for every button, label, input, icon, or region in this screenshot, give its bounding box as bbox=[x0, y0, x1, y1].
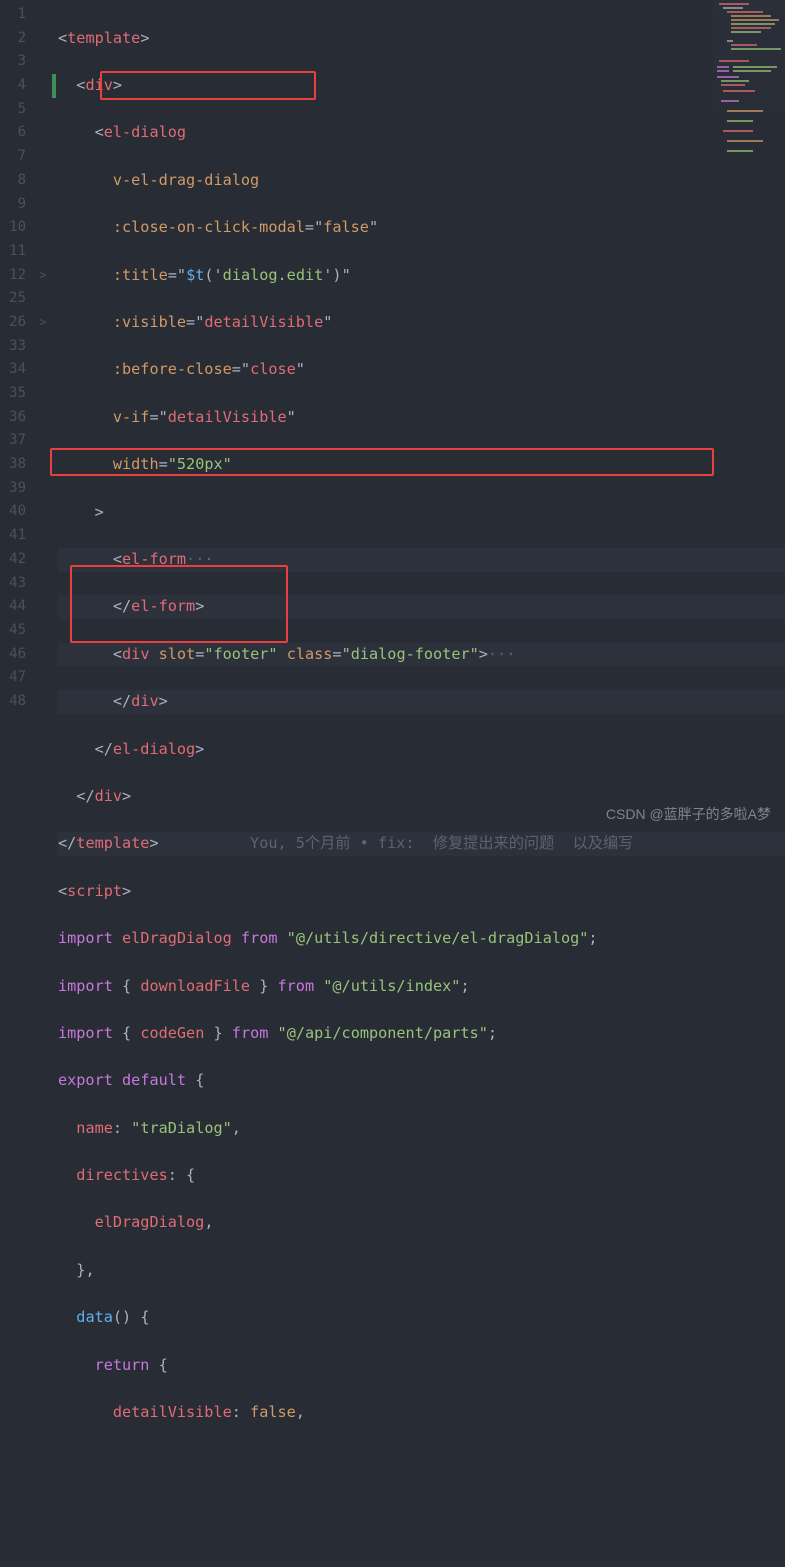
line-number: 46 bbox=[0, 643, 26, 667]
line-number: 48 bbox=[0, 690, 26, 714]
code-line: export default { bbox=[58, 1069, 785, 1093]
line-number: 12 bbox=[0, 264, 26, 288]
watermark: CSDN @蓝胖子的多啦A梦 bbox=[606, 804, 771, 824]
line-number: 10 bbox=[0, 216, 26, 240]
code-line: :title="$t('dialog.edit')" bbox=[58, 264, 785, 288]
code-line: width="520px" bbox=[58, 453, 785, 477]
line-number: 38 bbox=[0, 453, 26, 477]
fold-gutter: > > bbox=[34, 0, 52, 834]
line-number: 33 bbox=[0, 335, 26, 359]
code-line: return { bbox=[58, 1354, 785, 1378]
line-number: 40 bbox=[0, 500, 26, 524]
code-line: :before-close="close" bbox=[58, 358, 785, 382]
line-number: 6 bbox=[0, 121, 26, 145]
code-line: </div> bbox=[58, 690, 785, 714]
code-line: :visible="detailVisible" bbox=[58, 311, 785, 335]
line-number: 47 bbox=[0, 666, 26, 690]
code-line: data() { bbox=[58, 1306, 785, 1330]
line-number: 25 bbox=[0, 287, 26, 311]
line-number: 43 bbox=[0, 572, 26, 596]
minimap[interactable] bbox=[713, 0, 785, 170]
code-line: v-if="detailVisible" bbox=[58, 406, 785, 430]
line-number: 26 bbox=[0, 311, 26, 335]
code-line: </el-form> bbox=[58, 595, 785, 619]
code-line: <div slot="footer" class="dialog-footer"… bbox=[58, 643, 785, 667]
line-number: 9 bbox=[0, 193, 26, 217]
code-line: import { downloadFile } from "@/utils/in… bbox=[58, 975, 785, 999]
line-number: 42 bbox=[0, 548, 26, 572]
line-number: 8 bbox=[0, 169, 26, 193]
line-number: 11 bbox=[0, 240, 26, 264]
git-blame-annotation: You, 5个月前 • fix: 修复提出来的问题 以及编写 bbox=[250, 834, 633, 852]
line-number: 37 bbox=[0, 429, 26, 453]
code-line: import elDragDialog from "@/utils/direct… bbox=[58, 927, 785, 951]
code-line: <el-form··· bbox=[58, 548, 785, 572]
code-line: <template> bbox=[58, 27, 785, 51]
line-number: 35 bbox=[0, 382, 26, 406]
code-line: </template> You, 5个月前 • fix: 修复提出来的问题 以及… bbox=[58, 832, 785, 856]
line-number: 39 bbox=[0, 477, 26, 501]
line-number-gutter: 1 2 3 4 5 6 7 8 9 10 11 12 25 26 33 34 3… bbox=[0, 0, 34, 834]
code-line: detailVisible: false, bbox=[58, 1401, 785, 1425]
code-editor[interactable]: 1 2 3 4 5 6 7 8 9 10 11 12 25 26 33 34 3… bbox=[0, 0, 785, 834]
line-number: 7 bbox=[0, 145, 26, 169]
code-line: name: "traDialog", bbox=[58, 1117, 785, 1141]
fold-toggle-icon[interactable]: > bbox=[34, 311, 52, 335]
code-line: <script> bbox=[58, 880, 785, 904]
code-line: </el-dialog> bbox=[58, 738, 785, 762]
code-line: }, bbox=[58, 1259, 785, 1283]
line-number: 4 bbox=[0, 74, 26, 98]
line-number: 3 bbox=[0, 50, 26, 74]
code-line: :close-on-click-modal="false" bbox=[58, 216, 785, 240]
code-line: import { codeGen } from "@/api/component… bbox=[58, 1022, 785, 1046]
code-line: elDragDialog, bbox=[58, 1211, 785, 1235]
code-line: <el-dialog bbox=[58, 121, 785, 145]
line-number: 36 bbox=[0, 406, 26, 430]
code-line: v-el-drag-dialog bbox=[58, 169, 785, 193]
fold-toggle-icon[interactable]: > bbox=[34, 264, 52, 288]
line-number: 2 bbox=[0, 27, 26, 51]
code-line: directives: { bbox=[58, 1164, 785, 1188]
code-area[interactable]: <template> <div> <el-dialog v-el-drag-di… bbox=[56, 0, 785, 834]
line-number: 45 bbox=[0, 619, 26, 643]
line-number: 1 bbox=[0, 3, 26, 27]
line-number: 44 bbox=[0, 595, 26, 619]
line-number: 41 bbox=[0, 524, 26, 548]
code-line: <div> bbox=[58, 74, 785, 98]
code-line: > bbox=[58, 501, 785, 525]
line-number: 34 bbox=[0, 358, 26, 382]
line-number: 5 bbox=[0, 98, 26, 122]
